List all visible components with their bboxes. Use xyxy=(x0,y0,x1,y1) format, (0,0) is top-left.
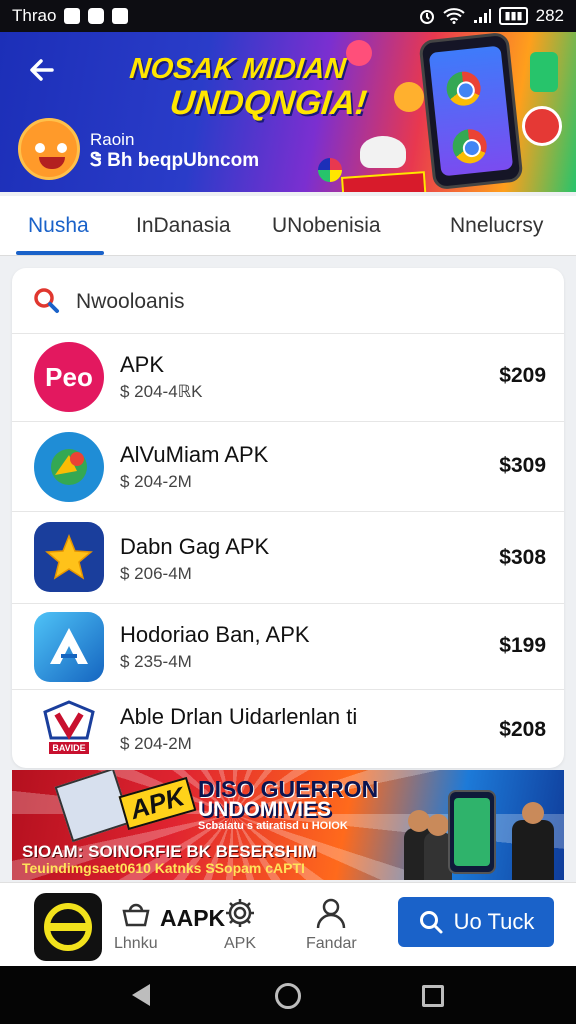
chrome-logo-icon xyxy=(451,127,489,166)
active-tab-indicator xyxy=(16,251,104,255)
nav-item-apk[interactable]: APK xyxy=(222,895,258,953)
tab-bar: Nusha InDanasia UNobenisia Nnelucrsy xyxy=(0,196,576,256)
wifi-icon xyxy=(443,8,466,24)
app-name: AlVuMiam APK xyxy=(120,442,269,467)
primary-action-label: Uo Tuck xyxy=(453,909,535,934)
app-size: $ 206-4M xyxy=(120,564,192,583)
app-row[interactable]: Dabn Gag APK $ 206-4M $308 xyxy=(12,512,564,604)
app-size: $ 235-4M xyxy=(120,652,192,671)
app-list-card: Nwooloanis Peo APK $ 204-4ℝK $209 AlVuMi… xyxy=(12,268,564,768)
app-icon-text: BAVIDE xyxy=(49,742,89,754)
list-title: Nwooloanis xyxy=(76,290,185,313)
tab-unobenisia[interactable]: UNobenisia xyxy=(272,214,381,238)
app-price: $309 xyxy=(499,454,546,477)
nav-label: APK xyxy=(223,935,256,952)
santa-sticker-icon xyxy=(522,106,562,146)
mascot-face-icon xyxy=(18,118,80,180)
hero-tagline: Ꮥ Bh beqpUbncom xyxy=(90,150,260,171)
primary-action-button[interactable]: Uo Tuck xyxy=(398,897,554,947)
emoji-face-icon xyxy=(394,82,424,112)
list-header: Nwooloanis xyxy=(12,268,564,334)
nav-label: Fandar xyxy=(306,935,357,952)
shield-logo-icon: BAVIDE xyxy=(34,692,104,762)
battery-icon: ▮▮▮ xyxy=(499,7,528,25)
phone-illustration xyxy=(418,32,524,191)
carrier-label: Thrao xyxy=(12,6,57,25)
app-row[interactable]: Peo APK $ 204-4ℝK $209 xyxy=(12,334,564,422)
nav-item-fandar[interactable]: Fandar xyxy=(306,895,357,953)
wheel-icon xyxy=(318,158,342,182)
app-price: $208 xyxy=(499,718,546,741)
cup-icon xyxy=(360,136,406,168)
bottom-nav: Lhnku AAPK APK Fandar Uo Tuck xyxy=(0,882,576,966)
app-name: Hodoriao Ban, APK xyxy=(120,622,310,647)
app-name: Dabn Gag APK xyxy=(120,534,270,559)
promo-subheadline: UNDOMIVIES xyxy=(198,798,332,821)
person-illustration xyxy=(512,802,554,880)
aapk-label[interactable]: AAPK xyxy=(160,905,225,932)
home-icon[interactable] xyxy=(275,983,301,1009)
gear-icon xyxy=(226,899,254,927)
signal-icon xyxy=(474,9,492,23)
promo-fineprint: Scbaiatu s atiratisd u HOIOK xyxy=(198,820,348,832)
person-icon xyxy=(317,898,346,929)
app-icon-text: Peo xyxy=(45,361,93,392)
nav-label: Lhnku xyxy=(114,935,158,952)
app-name: APK xyxy=(120,352,165,377)
tab-nnelucrsy[interactable]: Nnelucrsy xyxy=(450,214,543,238)
promo-caption-small: Teuindimgsaet0610 Katnks SSopam cAPTI xyxy=(22,860,305,876)
message-icon xyxy=(88,8,105,24)
hero-title-line2: UNDQNGIA! xyxy=(168,84,369,122)
alarm-icon xyxy=(420,10,435,24)
app-row[interactable]: BAVIDE Able Drlan Uidarlenlan ti $ 204-2… xyxy=(12,690,564,768)
system-navigation-bar xyxy=(0,966,576,1024)
app-size: $ 204-2M xyxy=(120,734,192,753)
clock: 282 xyxy=(535,6,564,25)
recent-apps-icon[interactable] xyxy=(422,985,444,1007)
search-icon xyxy=(419,911,443,934)
promo-sticker xyxy=(340,171,428,192)
phone-illustration xyxy=(448,790,496,874)
map-pin-icon xyxy=(34,432,104,502)
app-size: $ 204-2M xyxy=(120,472,192,491)
back-arrow-icon[interactable] xyxy=(26,54,58,86)
app-logo-icon[interactable] xyxy=(34,893,102,961)
app-price: $308 xyxy=(499,546,546,569)
app-size: $ 204-4ℝK xyxy=(120,382,203,401)
basket-icon xyxy=(122,903,150,927)
number-sticker-icon xyxy=(530,52,558,92)
chrome-logo-icon xyxy=(444,69,483,108)
app-price: $199 xyxy=(499,634,546,657)
tab-indanasia[interactable]: InDanasia xyxy=(136,214,231,238)
hero-title: NOSAK MIDIAN UNDQNGIA! xyxy=(124,52,381,122)
hero-banner: NOSAK MIDIAN UNDQNGIA! Raoin Ꮥ Bh beqpUb… xyxy=(0,32,576,192)
peo-icon: Peo xyxy=(34,342,104,412)
star-icon xyxy=(34,522,104,592)
tab-nusha[interactable]: Nusha xyxy=(28,214,89,238)
app-price: $209 xyxy=(499,364,546,387)
promo-caption: SIOAM: SOINORFIE BK BESERSHIM xyxy=(22,842,317,861)
a-logo-icon xyxy=(34,612,104,682)
app-notification-icon xyxy=(112,8,129,24)
status-bar: Thrao ▮▮▮ 282 xyxy=(0,0,576,32)
notification-icon xyxy=(64,8,81,24)
nav-item-lhnku[interactable]: Lhnku xyxy=(114,895,158,953)
search-icon[interactable] xyxy=(32,286,62,316)
emoji-sticker-icon xyxy=(346,40,372,66)
hero-subtitle: Raoin xyxy=(90,130,135,149)
app-row[interactable]: AlVuMiam APK $ 204-2M $309 xyxy=(12,422,564,512)
promo-banner[interactable]: APK DISO GUERRON UNDOMIVIES Scbaiatu s a… xyxy=(12,770,564,880)
hero-title-line1: NOSAK MIDIAN xyxy=(128,53,348,85)
app-name: Able Drlan Uidarlenlan ti xyxy=(120,704,358,729)
app-row[interactable]: Hodoriao Ban, APK $ 235-4M $199 xyxy=(12,604,564,690)
back-icon[interactable] xyxy=(132,984,150,1006)
